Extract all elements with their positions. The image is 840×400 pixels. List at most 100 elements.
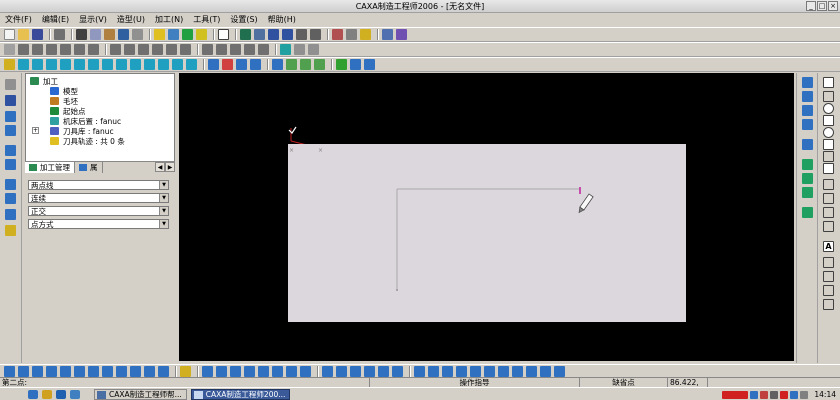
menu-edit[interactable]: 编辑(E) (37, 13, 74, 27)
bottom-tool-33-icon[interactable] (484, 365, 495, 377)
volume-icon[interactable] (800, 390, 809, 399)
work-sheet[interactable]: × × (288, 144, 686, 322)
text-icon[interactable]: A (823, 241, 834, 252)
tab-properties[interactable]: 属 (75, 162, 103, 173)
bottom-tool-15-icon[interactable] (216, 365, 227, 377)
bottom-tool-14-icon[interactable] (202, 365, 213, 377)
right-tool-5-icon[interactable] (802, 139, 813, 150)
view-plane-icon[interactable] (280, 44, 291, 55)
close-button[interactable]: × (828, 1, 838, 11)
bottom-tool-8-icon[interactable] (102, 365, 113, 377)
curve-tool-15-icon[interactable] (216, 44, 227, 55)
cut-icon[interactable] (76, 29, 87, 40)
curve-tool-18-icon[interactable] (258, 44, 269, 55)
cut-revolve-icon[interactable] (88, 59, 99, 70)
zoom-out-icon[interactable] (282, 29, 293, 40)
menu-help[interactable]: 帮助(H) (263, 13, 301, 27)
bottom-tool-28-icon[interactable] (414, 365, 425, 377)
color-icon[interactable] (196, 29, 207, 40)
redraw-icon[interactable] (240, 29, 251, 40)
curve-tool-8-icon[interactable] (110, 44, 121, 55)
menu-tools[interactable]: 工具(T) (188, 13, 225, 27)
new-file-icon[interactable] (4, 29, 15, 40)
bottom-tool-23-icon[interactable] (336, 365, 347, 377)
mold-icon[interactable] (250, 59, 261, 70)
measure-icon[interactable] (5, 179, 16, 190)
bottom-tool-20-icon[interactable] (286, 365, 297, 377)
cut-sweep-icon[interactable] (102, 59, 113, 70)
right-tool-8-icon[interactable] (802, 187, 813, 198)
menu-settings[interactable]: 设置(S) (225, 13, 262, 27)
point-method-select[interactable]: 点方式 ▼ (28, 219, 169, 229)
chamfer-icon[interactable] (130, 59, 141, 70)
constraint-select[interactable]: 正交 ▼ (28, 206, 169, 216)
taskbar-item-help[interactable]: CAXA制造工程师帮... (94, 388, 187, 400)
bottom-tool-21-icon[interactable] (300, 365, 311, 377)
minimize-button[interactable]: _ (806, 1, 816, 11)
curve-tool-12-icon[interactable] (166, 44, 177, 55)
pattern-icon[interactable] (208, 59, 219, 70)
curve-tool-6-icon[interactable] (74, 44, 85, 55)
open-folder-icon[interactable] (18, 29, 29, 40)
window-layout-icon[interactable] (218, 29, 229, 40)
formula-curve-icon[interactable] (823, 221, 834, 232)
bottom-tool-22-icon[interactable] (322, 365, 333, 377)
hide-icon[interactable] (5, 225, 16, 236)
menu-modeling[interactable]: 造型(U) (112, 13, 150, 27)
menu-file[interactable]: 文件(F) (0, 13, 37, 27)
sweep-icon[interactable] (46, 59, 57, 70)
shaded-icon[interactable] (360, 29, 371, 40)
extend-icon[interactable] (823, 271, 834, 282)
curve-tool-3-icon[interactable] (32, 44, 43, 55)
bottom-tool-31-icon[interactable] (456, 365, 467, 377)
bottom-tool-35-icon[interactable] (512, 365, 523, 377)
extrude-icon[interactable] (18, 59, 29, 70)
material-icon[interactable] (396, 29, 407, 40)
desktop-icon[interactable] (56, 389, 66, 399)
folder-icon[interactable] (42, 389, 52, 399)
curve-tool-2-icon[interactable] (18, 44, 29, 55)
break-icon[interactable] (823, 285, 834, 296)
trim-icon[interactable] (823, 257, 834, 268)
query-icon[interactable] (5, 193, 16, 204)
machining-icon[interactable] (336, 59, 347, 70)
bottom-tool-18-icon[interactable] (258, 365, 269, 377)
circle-icon[interactable] (823, 103, 834, 114)
curve-tool-7-icon[interactable] (88, 44, 99, 55)
bottom-tool-29-icon[interactable] (428, 365, 439, 377)
menu-machining[interactable]: 加工(N) (150, 13, 188, 27)
ie-icon[interactable] (28, 389, 38, 399)
curve-tool-17-icon[interactable] (244, 44, 255, 55)
bottom-tool-7-icon[interactable] (88, 365, 99, 377)
bottom-tool-17-icon[interactable] (244, 365, 255, 377)
taskbar-item-caxa[interactable]: CAXA制造工程师200... (190, 388, 291, 400)
ime-punct-icon[interactable] (760, 390, 769, 399)
bottom-tool-4-icon[interactable] (46, 365, 57, 377)
curve-tool-5-icon[interactable] (60, 44, 71, 55)
filter-icon[interactable] (182, 29, 193, 40)
network-icon[interactable] (790, 390, 799, 399)
bottom-tool-11-icon[interactable] (144, 365, 155, 377)
light-icon[interactable] (154, 29, 165, 40)
bottom-tool-27-icon[interactable] (392, 365, 403, 377)
sogou-ime-icon[interactable] (722, 390, 749, 399)
ime-keyboard-icon[interactable] (770, 390, 779, 399)
bottom-tool-10-icon[interactable] (130, 365, 141, 377)
layer-manager-icon[interactable] (5, 209, 16, 220)
tree-item-tool-library[interactable]: 刀具库 : fanuc (50, 126, 114, 136)
curve-tool-14-icon[interactable] (202, 44, 213, 55)
projection-icon[interactable] (823, 207, 834, 218)
ime-mode-icon[interactable] (750, 390, 759, 399)
surface-tool-icon[interactable] (294, 44, 305, 55)
bottom-tool-16-icon[interactable] (230, 365, 241, 377)
scale-icon[interactable] (236, 59, 247, 70)
zoom-in-icon[interactable] (268, 29, 279, 40)
bottom-tool-12-icon[interactable] (158, 365, 169, 377)
bottom-tool-30-icon[interactable] (442, 365, 453, 377)
bottom-tool-34-icon[interactable] (498, 365, 509, 377)
revolve-icon[interactable] (32, 59, 43, 70)
tab-scroll-right-button[interactable]: ▶ (165, 162, 175, 172)
bottom-tool-5-icon[interactable] (60, 365, 71, 377)
split-icon[interactable] (286, 59, 297, 70)
property-icon[interactable] (5, 125, 16, 136)
